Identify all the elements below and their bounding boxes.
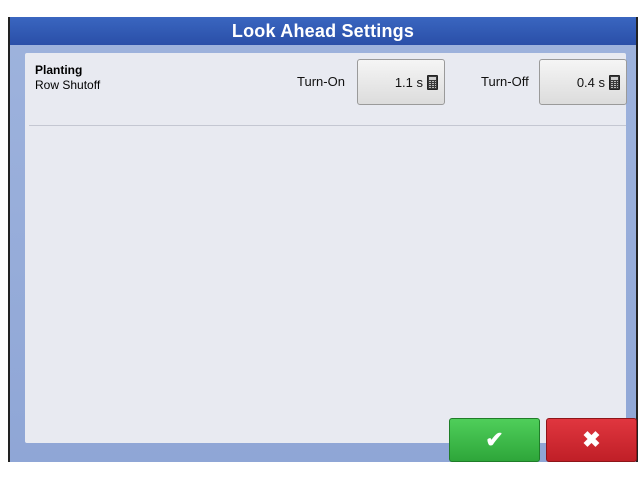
look-ahead-settings-dialog: Look Ahead Settings Planting Row Shutoff… (8, 17, 638, 462)
turn-on-value: 1.1 s (394, 74, 423, 90)
close-icon: ✖ (582, 427, 601, 452)
calculator-icon (427, 74, 438, 90)
settings-panel: Planting Row Shutoff Turn-On 1.1 s Turn-… (25, 53, 627, 443)
row-title: Planting (35, 63, 83, 77)
turn-off-label: Turn-Off (481, 74, 529, 89)
dialog-title: Look Ahead Settings (231, 20, 415, 41)
turn-on-label: Turn-On (297, 74, 345, 89)
calculator-icon (609, 74, 620, 90)
row-subtitle: Row Shutoff (35, 78, 101, 92)
cancel-button[interactable]: ✖ (546, 418, 637, 462)
ok-button[interactable]: ✔ (449, 418, 540, 462)
row-divider (29, 125, 626, 126)
turn-off-value: 0.4 s (576, 74, 605, 90)
checkmark-icon: ✔ (485, 427, 504, 452)
setting-row-planting: Planting Row Shutoff Turn-On 1.1 s Turn-… (25, 53, 627, 125)
row-name: Planting Row Shutoff (35, 63, 100, 92)
turn-off-value-button[interactable]: 0.4 s (539, 59, 627, 105)
title-bar: Look Ahead Settings (10, 17, 636, 45)
turn-on-value-button[interactable]: 1.1 s (357, 59, 445, 105)
